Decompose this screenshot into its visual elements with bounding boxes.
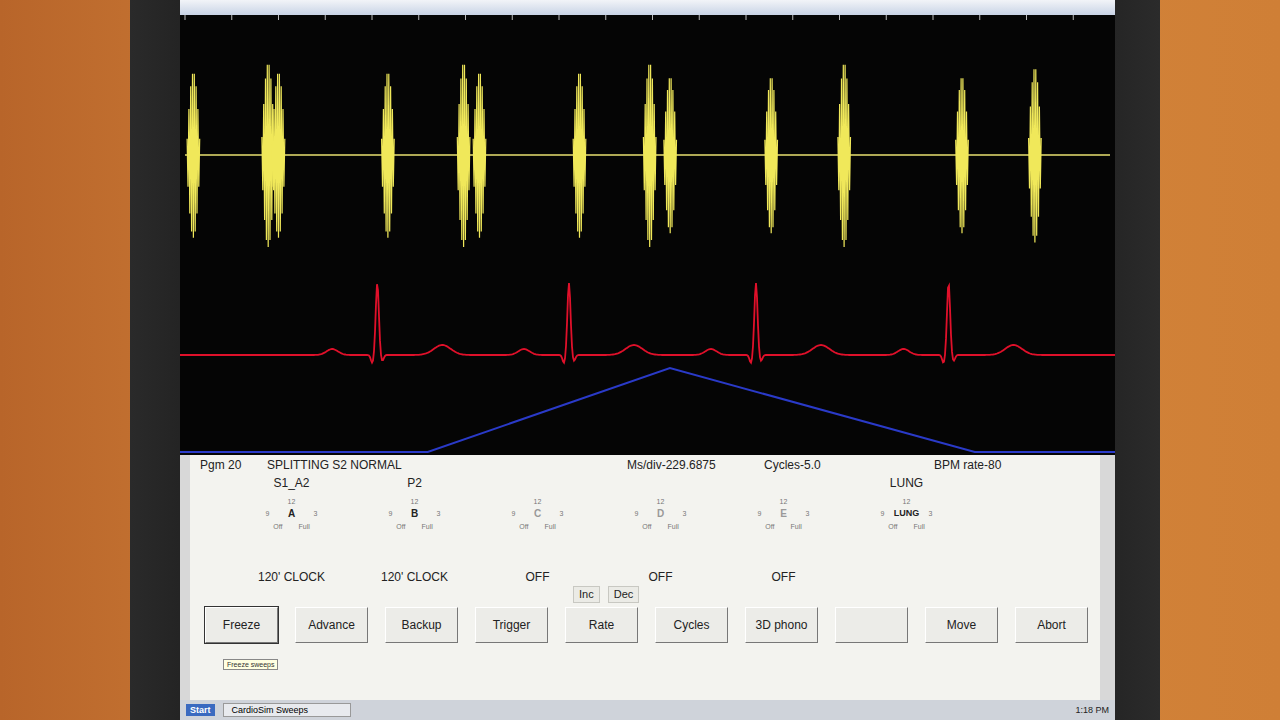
rate-adjust-button[interactable]: Inc [573,586,600,603]
channel-knob[interactable]: 129A3OffFull [261,496,323,532]
control-button[interactable]: 3D phono [745,607,818,643]
title-bar [180,0,1115,15]
heart-sound-burst [457,65,470,247]
channel-setting: 120' CLOCK [353,570,476,584]
control-button[interactable]: Abort [1015,607,1088,643]
start-button[interactable]: Start [186,704,215,716]
clock: 1:18 PM [1075,705,1109,715]
channel: LUNG 129LUNG3OffFull [845,472,968,532]
heart-sound-burst [382,74,395,238]
control-button[interactable]: Trigger [475,607,548,643]
monitor-bezel: Pgm 20SPLITTING S2 NORMALMs/div-229.6875… [130,0,1160,720]
channel-knob[interactable]: 129E3OffFull [753,496,815,532]
settings-row: 120' CLOCK120' CLOCKOFFOFFOFF [190,570,1100,584]
channel: S1_A2 129A3OffFull [230,472,353,532]
channel-setting [845,570,968,584]
rate-adjust: Inc Dec [190,586,1100,603]
heart-sound-burst [956,78,969,233]
channel: 129D3OffFull [599,472,722,532]
control-button[interactable]: Cycles [655,607,728,643]
heart-sound-burst [643,65,656,247]
channel-knob[interactable]: 129LUNG3OffFull [876,496,938,532]
cycles: Cycles-5.0 [764,458,934,472]
channel-knob[interactable]: 129C3OffFull [507,496,569,532]
control-button[interactable]: Backup [385,607,458,643]
program-name: SPLITTING S2 NORMAL [267,458,627,472]
rate-adjust-button[interactable]: Dec [608,586,640,603]
wall [0,0,130,720]
heart-sound-burst [765,78,778,233]
channel-knob[interactable]: 129D3OffFull [630,496,692,532]
wall [1160,0,1280,720]
heart-sound-burst [272,74,285,238]
program-header: Pgm 20SPLITTING S2 NORMALMs/div-229.6875… [190,455,1100,472]
tooltip: Freeze sweeps [223,659,278,670]
heart-sound-burst [573,74,586,238]
channel-row: S1_A2 129A3OffFull P2 129B3OffFull 129C3OffF… [190,472,1100,532]
ecg-trace [180,283,1115,363]
heart-sound-burst [838,65,851,247]
channel-setting: OFF [599,570,722,584]
taskbar-item[interactable]: CardioSim Sweeps [223,703,351,717]
channel-knob[interactable]: 129B3OffFull [384,496,446,532]
control-button[interactable] [835,607,908,643]
channel-label: LUNG [890,476,923,490]
photo-scene: Pgm 20SPLITTING S2 NORMALMs/div-229.6875… [0,0,1280,720]
ms-div: Ms/div-229.6875 [627,458,764,472]
taskbar: Start CardioSim Sweeps 1:18 PM [180,700,1115,720]
screen: Pgm 20SPLITTING S2 NORMALMs/div-229.6875… [180,0,1115,720]
control-button[interactable]: Rate [565,607,638,643]
channel-setting: OFF [722,570,845,584]
channel-setting: OFF [476,570,599,584]
respiration-trace [180,368,1115,452]
bpm-rate: BPM rate-80 [934,458,1100,472]
waveform-chart [180,15,1115,455]
control-button[interactable]: Freeze [205,607,278,643]
control-button[interactable]: Advance [295,607,368,643]
channel-setting: 120' CLOCK [230,570,353,584]
channel: P2 129B3OffFull [353,472,476,532]
heart-sound-burst [187,74,200,238]
oscilloscope [180,15,1115,455]
channel: 129E3OffFull [722,472,845,532]
heart-sound-burst [473,74,486,238]
channel-label: S1_A2 [273,476,309,490]
heart-sound-burst [664,78,677,233]
heart-sound-burst [1029,69,1042,242]
program-number: Pgm 20 [200,458,267,472]
channel: 129C3OffFull [476,472,599,532]
channel-label: P2 [407,476,422,490]
control-panel: Pgm 20SPLITTING S2 NORMALMs/div-229.6875… [190,455,1100,700]
control-button[interactable]: Move [925,607,998,643]
button-row: Freeze Advance Backup Trigger Rate Cycles 3D p… [190,607,1100,643]
